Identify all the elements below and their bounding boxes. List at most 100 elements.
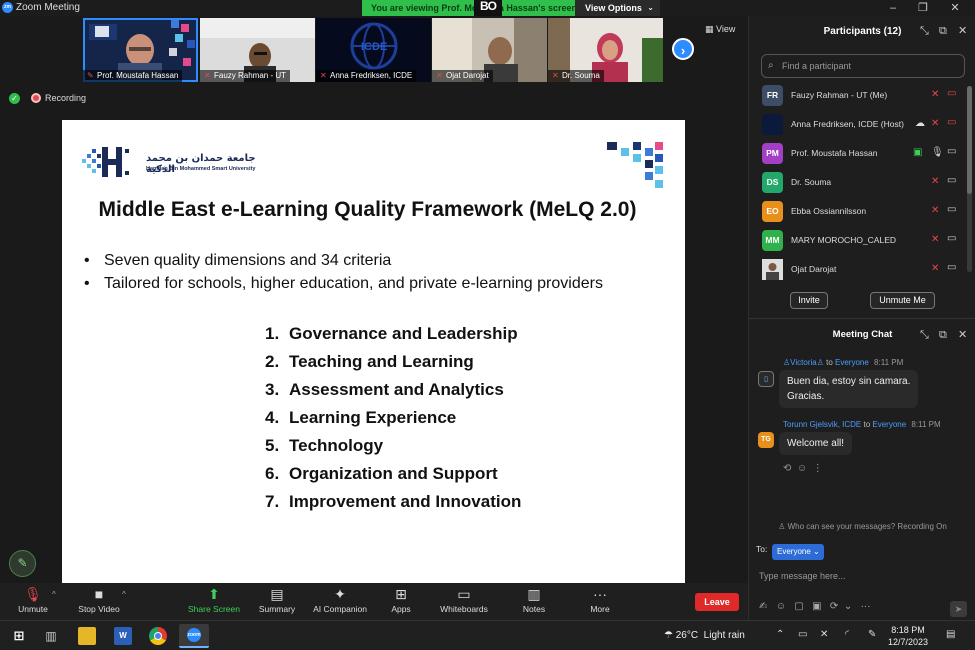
file-explorer-icon[interactable] (78, 627, 96, 645)
notes-button[interactable]: ▥ Notes (516, 583, 552, 620)
recording-indicator[interactable]: Recording (31, 93, 86, 103)
mic-muted-icon[interactable]: ✕ (931, 89, 939, 100)
collapse-panel-icon[interactable]: ⤡ (920, 26, 929, 37)
summary-button[interactable]: ▤ Summary (256, 583, 298, 620)
mic-muted-icon[interactable]: ✕ (931, 263, 939, 274)
participant-row[interactable]: MM MARY MOROCHO_CALED ✕ ▭ (749, 227, 975, 256)
invite-button[interactable]: Invite (790, 292, 828, 309)
chevron-down-icon[interactable]: ⌄ (844, 601, 852, 612)
more-dots-icon[interactable]: ⋮ (813, 463, 823, 474)
stop-video-button[interactable]: ■ Stop Video (74, 583, 124, 620)
unmute-me-button[interactable]: Unmute Me (870, 292, 935, 309)
keyboard-icon[interactable]: ▭ (798, 629, 807, 640)
chrome-icon[interactable] (149, 627, 167, 645)
camera-icon[interactable]: ▭ (947, 175, 956, 186)
view-button[interactable]: ▦ View (705, 24, 735, 35)
camera-off-icon[interactable]: ▭ (947, 117, 956, 128)
participant-row[interactable]: DS Dr. Souma ✕ ▭ (749, 169, 975, 198)
video-options-caret[interactable]: ^ (122, 590, 126, 599)
screenshot-icon[interactable]: ▣ (812, 601, 821, 612)
chat-message-input[interactable]: Type message here... (759, 568, 967, 584)
camera-icon[interactable]: ▭ (947, 146, 956, 157)
camera-icon[interactable]: ▭ (947, 262, 956, 273)
volume-muted-icon[interactable]: ✕ (820, 629, 828, 640)
leave-button[interactable]: Leave (695, 593, 739, 611)
shared-screen-area: جامعة حمدان بن محمد الذكية Hamdan Bin Mo… (0, 120, 748, 583)
task-view-icon[interactable]: ▥ (42, 627, 60, 645)
unmute-button[interactable]: 🎙 Unmute (12, 583, 54, 620)
emoji-icon[interactable]: ☺ (776, 601, 786, 612)
recipient-dropdown[interactable]: Everyone ⌄ (772, 544, 824, 560)
popout-icon[interactable]: ⧉ (939, 26, 947, 37)
camera-off-icon[interactable]: ▭ (947, 88, 956, 99)
mic-muted-icon[interactable]: ✕ (931, 205, 939, 216)
close-window-button[interactable]: ✕ (940, 0, 970, 16)
avatar (762, 114, 783, 135)
annotate-pencil-button[interactable]: ✎ (9, 550, 36, 577)
close-icon[interactable]: ✕ (958, 26, 967, 37)
minimize-window-button[interactable]: – (878, 0, 908, 16)
snippet-icon[interactable]: ⟳ (830, 601, 838, 612)
reply-icon[interactable]: ⟲ (783, 463, 791, 474)
chevron-up-icon[interactable]: ⌃ (776, 629, 784, 640)
close-icon[interactable]: ✕ (958, 330, 967, 341)
participants-scrollbar[interactable] (967, 86, 972, 272)
audio-options-caret[interactable]: ^ (52, 590, 56, 599)
mic-muted-icon[interactable]: ✕ (931, 176, 939, 187)
next-page-button[interactable]: › (672, 38, 694, 60)
video-tile-souma[interactable]: ✕ Dr. Souma (548, 18, 663, 82)
word-icon[interactable]: W (114, 627, 132, 645)
scroll-thumb[interactable] (967, 86, 972, 194)
participant-row[interactable]: FR Fauzy Rahman - UT (Me) ✕ ▭ (749, 82, 975, 111)
more-dots-icon[interactable]: ··· (861, 601, 871, 612)
whiteboards-button[interactable]: ▭ Whiteboards (436, 583, 492, 620)
app-title: Zoom Meeting (16, 2, 80, 13)
video-tile-fauzy[interactable]: ✕ Fauzy Rahman - UT (200, 18, 315, 82)
video-tile-moustafa[interactable]: ✎ Prof. Moustafa Hassan (83, 18, 198, 82)
emoji-icon[interactable]: ☺ (797, 463, 807, 474)
share-screen-button[interactable]: ⬆ Share Screen (186, 583, 242, 620)
apps-button[interactable]: ⊞ Apps (383, 583, 419, 620)
participant-search-input[interactable]: ⌕ Find a participant (761, 54, 965, 78)
mic-icon[interactable]: 🎙 (931, 147, 944, 158)
system-clock[interactable]: 8:18 PM 12/7/2023 (888, 624, 928, 648)
chat-message-bubble[interactable]: Welcome all! (779, 432, 853, 455)
camera-icon[interactable]: ▭ (947, 233, 956, 244)
shield-check-icon[interactable]: ✓ (9, 93, 20, 104)
restore-window-button[interactable]: ❐ (908, 0, 938, 16)
more-dots-icon: ··· (593, 586, 607, 602)
grid-icon: ▦ (705, 24, 717, 34)
more-button[interactable]: ··· More (582, 583, 618, 620)
view-options-button[interactable]: View Options ⌄ (575, 0, 660, 16)
participant-row[interactable]: PM Prof. Moustafa Hassan ▣ 🎙 ▭ (749, 140, 975, 169)
university-name-english: Hamdan Bin Mohammed Smart University (146, 166, 256, 172)
ai-companion-button[interactable]: ✦ AI Companion (310, 583, 370, 620)
participant-row[interactable]: EO Ebba Ossiannilsson ✕ ▭ (749, 198, 975, 227)
windows-start-icon[interactable]: ⊞ (10, 627, 28, 645)
dimension-item: 5. Technology (265, 436, 384, 455)
mic-muted-icon[interactable]: ✕ (931, 234, 939, 245)
avatar: EO (762, 201, 783, 222)
send-button[interactable]: ➤ (950, 601, 967, 617)
pen-icon[interactable]: ✎ (868, 629, 876, 640)
video-tile-ojat[interactable]: ✕ Ojat Darojat (432, 18, 547, 82)
person-icon: ♙ (816, 358, 824, 367)
weather-widget[interactable]: ☂ 26°C Light rain (664, 630, 745, 641)
popout-icon[interactable]: ⧉ (939, 330, 947, 341)
camera-icon[interactable]: ▭ (947, 204, 956, 215)
dimension-item: 4. Learning Experience (265, 408, 457, 427)
file-icon[interactable]: ▢ (794, 601, 803, 612)
wifi-icon[interactable]: ◜ (845, 629, 849, 640)
participant-row[interactable]: Anna Fredriksen, ICDE (Host) ☁ ✕ ▭ (749, 111, 975, 140)
format-icon[interactable]: ✍ (759, 601, 767, 612)
notification-icon[interactable]: ▤ (946, 629, 955, 640)
mic-muted-icon[interactable]: ✕ (931, 118, 939, 129)
privacy-notice[interactable]: ♙ Who can see your messages? Recording O… (749, 522, 975, 531)
collapse-chat-icon[interactable]: ⤡ (920, 330, 929, 341)
video-tile-anna[interactable]: ICDE ✕ Anna Fredriksen, ICDE (316, 18, 431, 82)
zoom-taskbar-icon[interactable]: zoom (179, 624, 209, 648)
chevron-down-icon: ⌄ (647, 3, 654, 12)
dimension-item: 6. Organization and Support (265, 464, 498, 483)
participant-row[interactable]: Ojat Darojat ✕ ▭ (749, 256, 975, 285)
chat-message-bubble[interactable]: Buen dia, estoy sin camara. Gracias. (779, 370, 919, 408)
